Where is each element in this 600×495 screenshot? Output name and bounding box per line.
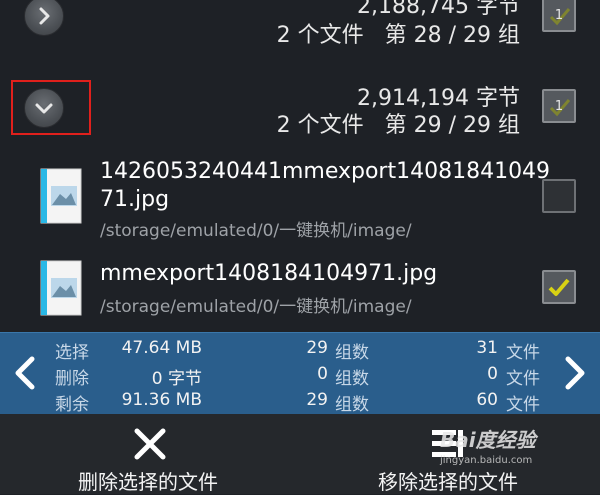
group-28-checkbox[interactable]: 1 <box>542 0 576 32</box>
stat-groups-deleted: 0 <box>317 364 328 384</box>
check-icon <box>548 278 570 296</box>
group-29-index: 第 29 / 29 组 <box>384 113 520 138</box>
summary-stats-bar: 选择 47.64 MB 29 组数 31 文件 删除 0 字节 0 组数 0 文… <box>0 332 600 415</box>
prev-group-arrow-icon[interactable] <box>12 355 38 391</box>
stat-files-label: 文件 <box>506 343 540 363</box>
file-name: mmexport1408184104971.jpg <box>100 261 438 286</box>
bottom-action-bar: 删除选择的文件 移除选择的文件 Bai度经验 jingyan.baidu.com <box>0 414 600 494</box>
group-28-index: 第 28 / 29 组 <box>384 23 520 48</box>
chevron-down-icon <box>35 103 53 114</box>
file-path: /storage/emulated/0/一键换机/image/ <box>100 297 412 317</box>
group-29-collapse-button[interactable] <box>24 88 64 128</box>
file-name: 1426053240441mmexport14081841049 71.jpg <box>100 158 550 214</box>
watermark-url: jingyan.baidu.com <box>440 455 533 466</box>
stat-groups-selected: 29 <box>306 338 328 358</box>
file-checkbox-checked[interactable] <box>542 270 576 304</box>
stat-size-remaining: 91.36 MB <box>121 390 202 410</box>
group-28-count: 2 个文件 第 28 / 29 组 <box>277 17 520 49</box>
stat-groups-label: 组数 <box>335 395 369 415</box>
image-file-icon <box>40 168 82 224</box>
file-name-line1: 1426053240441mmexport14081841049 <box>100 159 551 184</box>
stat-label-selected: 选择 <box>55 343 89 363</box>
stat-groups-label: 组数 <box>335 369 369 389</box>
file-checkbox[interactable] <box>542 179 576 213</box>
file-path: /storage/emulated/0/一键换机/image/ <box>100 221 412 241</box>
stat-files-label: 文件 <box>506 395 540 415</box>
stat-size-selected: 47.64 MB <box>121 338 202 358</box>
watermark-logo: Bai度经验 <box>440 428 536 452</box>
delete-selected-button[interactable]: 删除选择的文件 <box>60 414 240 494</box>
stat-label-remaining: 剩余 <box>55 395 89 415</box>
file-name-line2: 71.jpg <box>100 187 170 212</box>
group-28-checkbox-count: 1 <box>554 7 564 23</box>
close-icon <box>134 428 166 460</box>
stat-size-deleted: 0 字节 <box>151 369 202 389</box>
group-29-checkbox-count: 1 <box>554 98 564 114</box>
watermark: Bai度经验 jingyan.baidu.com <box>440 424 536 466</box>
delete-selected-label: 删除选择的文件 <box>78 470 218 494</box>
group-29-checkbox[interactable]: 1 <box>542 89 576 123</box>
next-group-arrow-icon[interactable] <box>562 355 588 391</box>
file-row[interactable]: 1426053240441mmexport14081841049 71.jpg … <box>0 148 600 244</box>
group-28-expand-button[interactable] <box>24 0 64 36</box>
stat-groups-remaining: 29 <box>306 390 328 410</box>
file-row[interactable]: mmexport1408184104971.jpg /storage/emula… <box>0 248 600 330</box>
remove-selected-label: 移除选择的文件 <box>378 470 518 494</box>
group-29-file-count: 2 个文件 <box>276 113 364 138</box>
stat-files-deleted: 0 <box>487 364 498 384</box>
chevron-right-icon <box>39 7 50 25</box>
image-file-icon <box>40 260 82 316</box>
stat-files-remaining: 60 <box>476 390 498 410</box>
stat-files-selected: 31 <box>476 338 498 358</box>
stat-groups-label: 组数 <box>335 343 369 363</box>
stat-files-label: 文件 <box>506 369 540 389</box>
group-28-file-count: 2 个文件 <box>276 23 364 48</box>
stat-label-deleted: 删除 <box>55 369 89 389</box>
group-29-count: 2 个文件 第 29 / 29 组 <box>277 107 520 139</box>
